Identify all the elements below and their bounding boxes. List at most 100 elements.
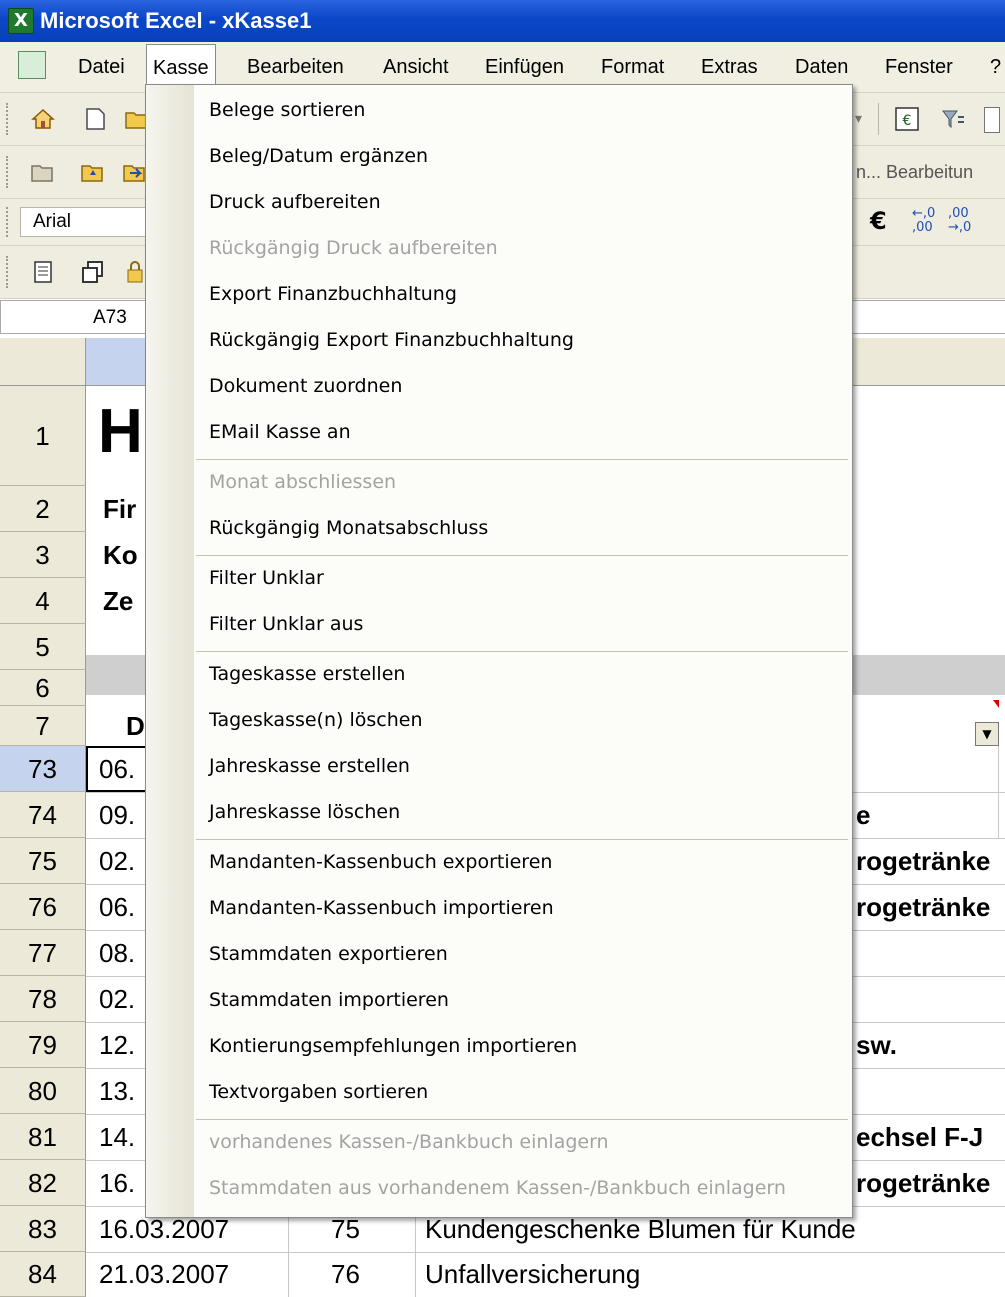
menu-item-mandanten-import[interactable]: Mandanten-Kassenbuch importieren [209,897,554,919]
cell-a80[interactable]: 13. [99,1068,145,1114]
increase-decimal-icon[interactable]: ←,0,00 [912,207,935,235]
toolbar-grip[interactable] [6,156,11,188]
copy-window-icon[interactable] [80,259,106,285]
row-header[interactable]: 84 [0,1252,86,1297]
select-all-corner[interactable] [0,338,86,386]
sheet-title-cell[interactable]: H [98,392,143,472]
euro-format-icon[interactable]: € [870,205,887,237]
cell-partial-76[interactable]: rogetränke [856,884,1005,930]
font-name-dropdown[interactable]: Arial [20,207,148,237]
menu-separator [196,555,848,556]
menu-item-export-fibu[interactable]: Export Finanzbuchhaltung [209,283,457,305]
name-box[interactable]: A73 [0,300,148,334]
menu-separator [196,459,848,460]
menu-datei[interactable]: Datei [78,42,125,92]
menu-item-filter-unklar-aus[interactable]: Filter Unklar aus [209,613,363,635]
cell-a78[interactable]: 02. [99,976,145,1022]
menu-item-textvorgaben-sortieren[interactable]: Textvorgaben sortieren [209,1081,428,1103]
toolbar-grip[interactable] [6,256,11,288]
toolbar-grip[interactable] [6,103,11,135]
folder-icon[interactable] [30,159,56,185]
row-header[interactable]: 82 [0,1160,86,1206]
new-document-icon[interactable] [82,106,108,132]
folder-up-icon[interactable] [80,159,106,185]
menu-item-stammdaten-import[interactable]: Stammdaten importieren [209,989,449,1011]
menu-item-stammdaten-export[interactable]: Stammdaten exportieren [209,943,448,965]
cell-partial-74[interactable]: e [856,792,1005,838]
menu-help[interactable]: ? [990,42,1001,92]
menu-item-druck-aufbereiten[interactable]: Druck aufbereiten [209,191,381,213]
menu-item-monat-abschliessen: Monat abschliessen [209,471,397,493]
cell-a75[interactable]: 02. [99,838,145,884]
row-header[interactable]: 79 [0,1022,86,1068]
document-list-icon[interactable] [30,259,56,285]
row-header[interactable]: 3 [0,532,86,578]
cell-a3[interactable]: Ko [103,532,145,578]
menu-item-tageskasse-erstellen[interactable]: Tageskasse erstellen [209,663,405,685]
toolbar-grip[interactable] [6,207,11,237]
menu-item-jahreskasse-erstellen[interactable]: Jahreskasse erstellen [209,755,410,777]
row-header[interactable]: 83 [0,1206,86,1252]
cell-partial-75[interactable]: rogetränke [856,838,1005,884]
menu-item-rueckgaengig-druck: Rückgängig Druck aufbereiten [209,237,498,259]
menu-item-rueckgaengig-monatsabschluss[interactable]: Rückgängig Monatsabschluss [209,517,488,539]
menu-separator [196,1119,848,1120]
menu-item-jahreskasse-loeschen[interactable]: Jahreskasse löschen [209,801,400,823]
menu-item-dokument-zuordnen[interactable]: Dokument zuordnen [209,375,402,397]
menu-fenster[interactable]: Fenster [885,42,953,92]
menu-item-filter-unklar[interactable]: Filter Unklar [209,567,324,589]
cell-a76[interactable]: 06. [99,884,145,930]
toolbar-button-partial[interactable] [984,107,1000,133]
menu-item-belege-sortieren[interactable]: Belege sortieren [209,99,365,121]
row-header[interactable]: 81 [0,1114,86,1160]
row-header-selected[interactable]: 73 [0,746,86,792]
cell-partial-82[interactable]: rogetränke [856,1160,1005,1206]
column-header-a[interactable] [86,338,152,386]
cell-partial-79[interactable]: sw. [856,1022,1005,1068]
home-icon[interactable] [30,106,56,132]
row-header[interactable]: 2 [0,486,86,532]
decrease-decimal-icon[interactable]: ,00 →,0 [948,207,971,235]
cell-a73[interactable]: 06. [99,746,145,792]
menu-item-mandanten-export[interactable]: Mandanten-Kassenbuch exportieren [209,851,552,873]
row-header[interactable]: 7 [0,706,86,746]
cell-a4[interactable]: Ze [103,578,145,624]
autofilter-icon[interactable] [940,106,966,132]
menu-item-rueckgaengig-export[interactable]: Rückgängig Export Finanzbuchhaltung [209,329,574,351]
row-header[interactable]: 1 [0,386,86,486]
row-header[interactable]: 4 [0,578,86,624]
kasse-dropdown-menu: Belege sortieren Beleg/Datum ergänzen Dr… [145,84,853,1218]
cell-a82[interactable]: 16. [99,1160,145,1206]
menu-item-tageskasse-loeschen[interactable]: Tageskasse(n) löschen [209,709,422,731]
cell-c84[interactable]: Unfallversicherung [425,1252,640,1297]
autofilter-dropdown-icon[interactable]: ▼ [975,722,999,746]
dropdown-arrow-icon[interactable]: ▾ [855,105,869,133]
gridline [998,746,999,838]
toolbar-partial-label[interactable]: n... Bearbeitun [856,158,973,186]
menu-item-email-kasse[interactable]: EMail Kasse an [209,421,351,443]
row-header[interactable]: 78 [0,976,86,1022]
gridline [86,1252,1005,1253]
menu-item-kontierung-import[interactable]: Kontierungsempfehlungen importieren [209,1035,577,1057]
cell-a81[interactable]: 14. [99,1114,145,1160]
row-header[interactable]: 74 [0,792,86,838]
column-title-date[interactable]: D [126,706,146,746]
row-header[interactable]: 77 [0,930,86,976]
workbook-icon[interactable] [18,51,46,79]
cell-a79[interactable]: 12. [99,1022,145,1068]
euro-converter-icon[interactable]: € [894,106,920,132]
cell-a84[interactable]: 21.03.2007 [99,1252,229,1297]
cell-a2[interactable]: Fir [103,486,145,532]
cell-a77[interactable]: 08. [99,930,145,976]
row-header[interactable]: 5 [0,624,86,670]
row-header[interactable]: 6 [0,670,86,706]
row-header[interactable]: 76 [0,884,86,930]
cell-partial-81[interactable]: echsel F-J [856,1114,1005,1160]
row-header[interactable]: 80 [0,1068,86,1114]
cell-b84[interactable]: 76 [331,1252,360,1297]
cell-a74[interactable]: 09. [99,792,145,838]
excel-app-icon[interactable]: X [8,8,34,34]
menu-item-beleg-datum-ergaenzen[interactable]: Beleg/Datum ergänzen [209,145,428,167]
row-header[interactable]: 75 [0,838,86,884]
menu-icon-strip [146,85,194,1217]
